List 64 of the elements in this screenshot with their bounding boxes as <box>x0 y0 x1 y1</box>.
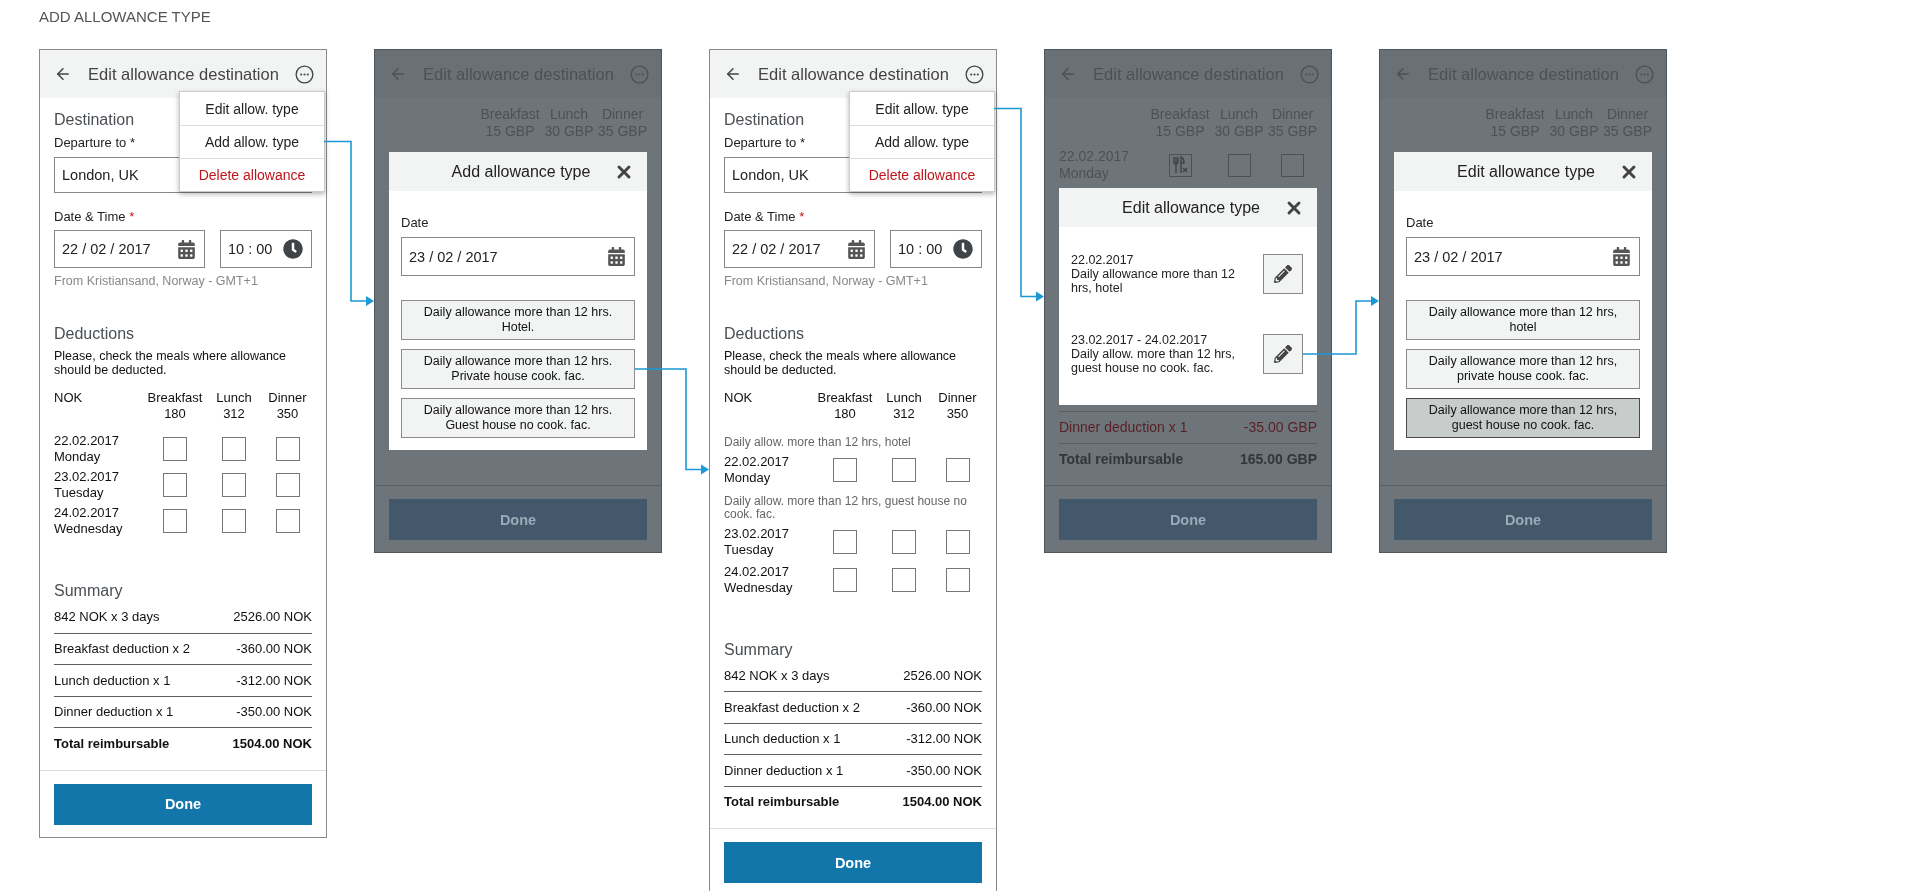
field-label: Departure to * <box>54 135 135 151</box>
summary-amount: 165.00 GBP <box>1239 450 1317 467</box>
section-heading: Deductions <box>54 324 135 344</box>
allowance-entry: 23.02.2017 - 24.02.2017 Daily allow. more than 12 hrs, guest house no cook. fac. <box>1071 333 1236 375</box>
field-label: Departure to * <box>724 135 805 151</box>
dialog-title: Edit allowance type <box>1121 198 1261 217</box>
summary-label: Lunch deduction x 1 <box>724 731 841 747</box>
section-heading: Summary <box>54 581 123 601</box>
summary-amount: 1504.00 NOK <box>232 735 312 751</box>
page-title: ADD ALLOWANCE TYPE <box>39 8 211 26</box>
field-label: Date & Time * <box>54 209 135 225</box>
meal-header: Breakfast 180 <box>147 390 203 422</box>
summary-amount: -360.00 NOK <box>906 699 982 715</box>
date-label: 23.02.2017 Tuesday <box>54 469 120 501</box>
screen-title: Edit allowance destination <box>757 64 950 84</box>
date-label: 22.02.2017 Monday <box>724 453 790 486</box>
summary-label: Dinner deduction x 1 <box>1059 419 1188 436</box>
allowance-entry: 22.02.2017 Daily allowance more than 12 hrs, hotel <box>1071 253 1236 295</box>
summary-label: Dinner deduction x 1 <box>54 704 174 720</box>
date-label: 24.02.2017 Wednesday <box>54 505 123 537</box>
allowance-type-note: Daily allow. more than 12 hrs, hotel <box>724 436 912 450</box>
summary-amount: 2526.00 NOK <box>903 667 982 683</box>
summary-amount: -35.00 GBP <box>1243 419 1317 436</box>
date-label: 22.02.2017 Monday <box>54 433 120 465</box>
summary-label: Breakfast deduction x 2 <box>724 699 860 715</box>
summary-label: Total reimbursable <box>54 735 170 751</box>
instruction-text: Please, check the meals where allowance should be deducted. <box>724 350 958 377</box>
summary-label: Dinner deduction x 1 <box>724 762 844 778</box>
summary-amount: -350.00 NOK <box>906 762 982 778</box>
summary-amount: -312.00 NOK <box>906 731 982 747</box>
field-label: Date <box>1406 215 1434 231</box>
meal-header: Breakfast 180 <box>817 390 873 422</box>
dialog-title: Add allowance type <box>450 162 592 181</box>
section-heading: Summary <box>724 639 793 660</box>
meal-header: Dinner 350 <box>268 390 307 422</box>
summary-amount: 1504.00 NOK <box>902 794 982 810</box>
summary-amount: -360.00 NOK <box>236 641 312 657</box>
section-heading: Destination <box>54 110 135 130</box>
section-heading: Deductions <box>724 324 805 344</box>
section-heading: Destination <box>724 110 805 130</box>
timezone-hint: From Kristiansand, Norway - GMT+1 <box>54 274 259 288</box>
summary-label: Total reimbursable <box>724 794 840 810</box>
meal-header: Lunch 312 <box>886 390 922 422</box>
field-label: Date <box>401 215 429 231</box>
currency-label: NOK <box>54 390 83 406</box>
instruction-text: Please, check the meals where allowance should be deducted. <box>54 350 288 377</box>
timezone-hint: From Kristiansand, Norway - GMT+1 <box>724 274 929 288</box>
dialog-title: Edit allowance type <box>1456 162 1596 181</box>
summary-amount: -312.00 NOK <box>236 672 312 688</box>
summary-label: Breakfast deduction x 2 <box>54 641 190 657</box>
allowance-type-note: Daily allow. more than 12 hrs, guest house no cook. fac. <box>724 494 968 522</box>
currency-label: NOK <box>724 390 753 406</box>
field-label: Date & Time * <box>724 209 805 225</box>
summary-label: Total reimbursable <box>1059 450 1184 467</box>
summary-amount: 2526.00 NOK <box>233 609 312 625</box>
summary-label: 842 NOK x 3 days <box>54 609 160 625</box>
screen-title: Edit allowance destination <box>87 64 280 84</box>
meal-header: Dinner 350 <box>938 390 977 422</box>
date-label: 24.02.2017 Wednesday <box>724 563 793 596</box>
summary-amount: -350.00 NOK <box>236 704 312 720</box>
meal-header: Lunch 312 <box>216 390 252 422</box>
summary-label: 842 NOK x 3 days <box>724 667 830 683</box>
summary-label: Lunch deduction x 1 <box>54 672 171 688</box>
date-label: 23.02.2017 Tuesday <box>724 525 790 558</box>
